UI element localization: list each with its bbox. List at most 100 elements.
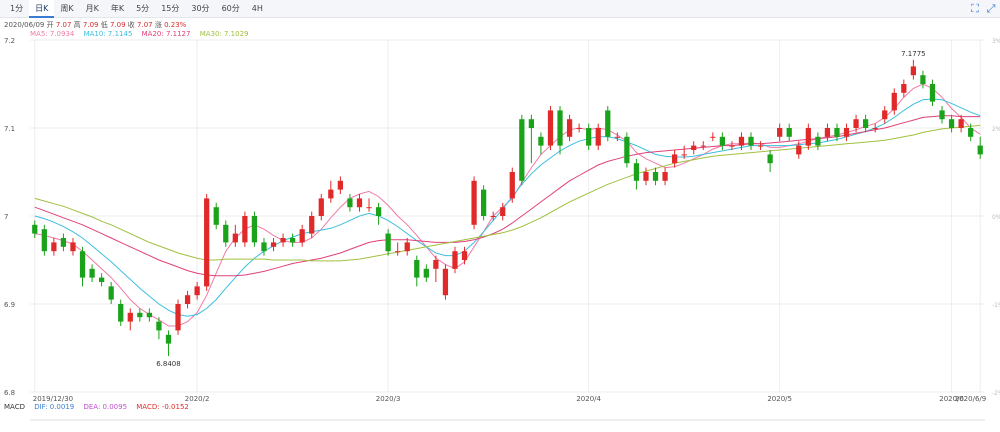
candle bbox=[194, 282, 200, 300]
candle-body bbox=[662, 172, 668, 181]
candle-body bbox=[767, 154, 773, 164]
candle-body bbox=[710, 136, 716, 138]
candle-body bbox=[786, 128, 792, 137]
candle-body bbox=[280, 238, 286, 243]
candle-body bbox=[643, 172, 649, 181]
candle bbox=[337, 176, 344, 194]
candle bbox=[605, 106, 611, 142]
candle bbox=[519, 114, 525, 186]
candle-body bbox=[137, 312, 143, 318]
candle-body bbox=[671, 154, 678, 164]
y-tick-label: 6.8 bbox=[4, 389, 15, 397]
candle-body bbox=[500, 207, 506, 216]
candle bbox=[767, 150, 773, 172]
candle bbox=[98, 273, 105, 287]
candle bbox=[356, 194, 363, 212]
candle bbox=[910, 59, 917, 80]
candle bbox=[843, 123, 850, 142]
candle bbox=[547, 106, 554, 150]
candle-body bbox=[89, 268, 95, 278]
right-tick-label: -2% bbox=[992, 390, 1000, 397]
candle bbox=[366, 198, 372, 212]
candle-body bbox=[146, 312, 153, 318]
candle-body bbox=[605, 110, 611, 137]
candle-body bbox=[557, 110, 563, 146]
series-line-ma30 bbox=[34, 124, 981, 262]
candle bbox=[146, 308, 153, 322]
extreme-label: 7.1775 bbox=[901, 50, 926, 58]
series-line-ma20 bbox=[34, 115, 981, 277]
candle-body bbox=[213, 207, 219, 225]
candle bbox=[538, 132, 544, 155]
candle bbox=[557, 106, 563, 155]
candle-body bbox=[490, 216, 496, 217]
candle-body bbox=[777, 128, 783, 137]
candle-body bbox=[232, 233, 238, 243]
candlestick-chart[interactable]: 6.8 -2% 6.9 -1% 7 0% 7.1 2% 7.2 3% 2019/12/30 2020/… bbox=[0, 0, 1000, 432]
candle-body bbox=[528, 119, 535, 128]
candle-body bbox=[251, 216, 258, 243]
right-tick-label: 3% bbox=[992, 38, 1000, 45]
candle bbox=[671, 150, 678, 168]
candle-body bbox=[748, 136, 754, 146]
candle bbox=[213, 202, 219, 230]
candle bbox=[920, 70, 926, 89]
candle bbox=[700, 141, 706, 150]
candle-body bbox=[442, 268, 449, 296]
candle bbox=[442, 264, 449, 300]
candle-body bbox=[108, 286, 114, 300]
candle-body bbox=[519, 119, 525, 181]
candle-body bbox=[633, 163, 640, 181]
candle bbox=[423, 264, 429, 282]
candle-body bbox=[595, 128, 601, 146]
x-tick-label: 2020/3 bbox=[376, 395, 401, 403]
candle-body bbox=[414, 260, 420, 278]
candle bbox=[299, 224, 305, 247]
candle bbox=[509, 167, 515, 203]
candle bbox=[127, 308, 133, 331]
candle bbox=[70, 238, 76, 256]
candle bbox=[471, 176, 477, 230]
candle bbox=[452, 246, 458, 274]
candle-body bbox=[910, 66, 917, 76]
candle-body bbox=[586, 128, 592, 146]
candle bbox=[958, 114, 964, 133]
candle bbox=[929, 79, 936, 106]
candle bbox=[79, 246, 86, 287]
candle bbox=[824, 123, 831, 142]
candle-body bbox=[920, 75, 926, 84]
y-tick-label: 6.9 bbox=[4, 301, 15, 309]
candle bbox=[576, 123, 582, 133]
candle bbox=[757, 141, 764, 150]
candle-body bbox=[862, 119, 869, 128]
candle bbox=[223, 220, 229, 247]
candle bbox=[777, 123, 783, 142]
y-tick-label: 7 bbox=[4, 213, 8, 221]
y-tick-label: 7.1 bbox=[4, 125, 15, 133]
x-tick-label: 2020/2 bbox=[185, 395, 210, 403]
candle bbox=[633, 158, 640, 190]
candle bbox=[280, 233, 286, 247]
candle bbox=[662, 167, 668, 186]
candle-body bbox=[309, 216, 315, 234]
candle bbox=[289, 233, 296, 247]
candle-body bbox=[318, 198, 324, 216]
candle bbox=[347, 194, 353, 212]
candle-body bbox=[60, 238, 67, 247]
candle-body bbox=[480, 189, 487, 216]
series-line-ma5 bbox=[34, 83, 981, 327]
candle bbox=[528, 114, 535, 164]
candle-body bbox=[194, 286, 200, 296]
candle-body bbox=[958, 119, 964, 128]
candle-body bbox=[127, 312, 133, 322]
candle-body bbox=[538, 136, 544, 146]
candle bbox=[270, 238, 277, 252]
candle-body bbox=[824, 128, 831, 137]
candle bbox=[624, 132, 630, 168]
candle-body bbox=[242, 216, 248, 243]
candle-body bbox=[901, 84, 907, 93]
x-tick-label: 2019/12/30 bbox=[33, 395, 73, 403]
candle bbox=[242, 211, 248, 247]
candle bbox=[948, 114, 955, 133]
candle-body bbox=[948, 119, 955, 128]
